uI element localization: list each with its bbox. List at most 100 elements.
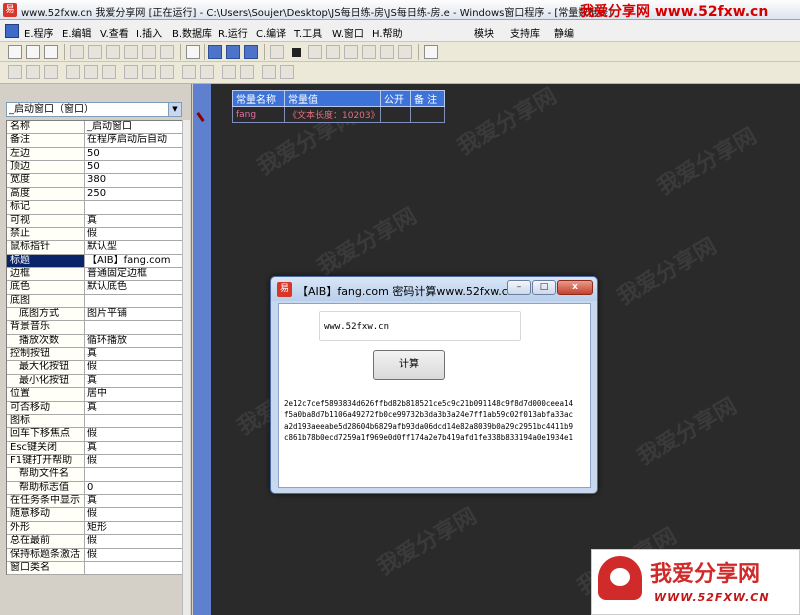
menu-window[interactable]: W.窗口	[332, 25, 364, 40]
property-row[interactable]: 最小化按钮真	[7, 374, 182, 389]
property-row[interactable]: 底图方式 图片平铺	[7, 308, 182, 322]
property-row[interactable]: 播放次数 循环播放	[7, 334, 182, 349]
redo-icon[interactable]	[160, 45, 174, 59]
step-out-icon[interactable]	[344, 45, 358, 59]
property-row[interactable]: 鼠标指针 默认型	[7, 241, 182, 255]
menu-module[interactable]: 模块	[474, 25, 494, 40]
copy-icon[interactable]	[88, 45, 102, 59]
layout-1-icon[interactable]	[208, 45, 222, 59]
same-width-icon[interactable]	[124, 65, 138, 79]
property-value[interactable]: 0	[85, 481, 182, 495]
undo-icon[interactable]	[142, 45, 156, 59]
property-row[interactable]: 边框 普通固定边框	[7, 267, 182, 282]
property-row[interactable]: 随意移动假	[7, 508, 182, 522]
close-button[interactable]: x	[557, 280, 593, 295]
hand-icon[interactable]	[398, 45, 412, 59]
property-value[interactable]: 居中	[85, 388, 182, 401]
save-icon[interactable]	[44, 45, 58, 59]
delete-icon[interactable]	[124, 45, 138, 59]
property-value[interactable]: 假	[85, 548, 182, 561]
menu-edit[interactable]: E.编辑	[62, 25, 92, 40]
property-row[interactable]: 禁止假	[7, 227, 182, 242]
property-row[interactable]: 宽度 380	[7, 174, 182, 188]
space-horizontal-icon[interactable]	[182, 65, 196, 79]
property-value[interactable]: 默认型	[85, 241, 182, 254]
minimize-button[interactable]: –	[507, 280, 531, 295]
property-row[interactable]: 可视真	[7, 214, 182, 228]
property-row[interactable]: 标记	[7, 201, 182, 215]
property-value[interactable]: 矩形	[85, 521, 182, 535]
property-row[interactable]: 总在最前假	[7, 535, 182, 549]
table-row[interactable]: fang 《文本长度：10203》	[232, 106, 445, 123]
property-row[interactable]: 保持标题条激活假	[7, 548, 182, 562]
layout-3-icon[interactable]	[244, 45, 258, 59]
stop-icon[interactable]	[292, 48, 301, 57]
constant-value-cell[interactable]: 《文本长度：10203》	[284, 106, 381, 123]
layout-2-icon[interactable]	[226, 45, 240, 59]
property-row[interactable]: 可否移动真	[7, 401, 182, 415]
property-value[interactable]: 假	[85, 454, 182, 468]
property-row-selected[interactable]: 标题 【AIB】fang.com	[7, 254, 182, 268]
property-row[interactable]: 窗口类名	[7, 561, 182, 576]
property-value[interactable]: 假	[85, 361, 182, 374]
property-row[interactable]: 帮助标志值 0	[7, 481, 182, 496]
property-value[interactable]: 图片平铺	[85, 308, 182, 321]
same-height-icon[interactable]	[142, 65, 156, 79]
property-value[interactable]: 真	[85, 348, 182, 361]
open-folder-icon[interactable]	[26, 45, 40, 59]
property-row[interactable]: 底色 默认底色	[7, 281, 182, 295]
find-icon[interactable]	[186, 45, 200, 59]
property-row[interactable]: 回车下移焦点假	[7, 428, 182, 442]
property-value[interactable]: 普通固定边框	[85, 267, 182, 281]
property-row[interactable]: 图标	[7, 414, 182, 429]
property-scrollbar[interactable]	[182, 120, 190, 615]
component-selector[interactable]: _启动窗口（窗口） ▼	[6, 102, 182, 117]
property-value[interactable]	[85, 321, 182, 334]
property-value[interactable]: 默认底色	[85, 281, 182, 294]
property-value[interactable]: 真	[85, 374, 182, 388]
property-row[interactable]: 在任务条中显示真	[7, 495, 182, 509]
constant-name-cell[interactable]: fang	[232, 106, 285, 123]
align-middle-icon[interactable]	[84, 65, 98, 79]
property-row[interactable]: 备注 在程序启动后自动	[7, 134, 182, 148]
property-row[interactable]: 高度 250	[7, 187, 182, 202]
wizard-icon[interactable]	[424, 45, 438, 59]
property-value[interactable]	[85, 414, 182, 428]
menu-support-lib[interactable]: 支持库	[510, 25, 540, 40]
menu-database[interactable]: B.数据库	[172, 25, 212, 40]
same-size-icon[interactable]	[160, 65, 174, 79]
breakpoint-icon[interactable]	[380, 45, 394, 59]
property-value[interactable]	[85, 561, 182, 575]
dialog-title-bar[interactable]: 易 【AIB】fang.com 密码计算www.52fxw.cn ... – □…	[271, 277, 597, 301]
cut-icon[interactable]	[70, 45, 84, 59]
center-vertical-icon[interactable]	[240, 65, 254, 79]
menu-program[interactable]: E.程序	[24, 25, 54, 40]
property-row[interactable]: 控制按钮真	[7, 348, 182, 362]
step-over-icon[interactable]	[326, 45, 340, 59]
property-row[interactable]: 底图	[7, 294, 182, 309]
property-value[interactable]: 真	[85, 495, 182, 508]
menu-view[interactable]: V.查看	[100, 25, 129, 40]
align-top-icon[interactable]	[66, 65, 80, 79]
property-value[interactable]: 假	[85, 535, 182, 548]
menu-help[interactable]: H.帮助	[372, 25, 403, 40]
property-value[interactable]: 循环播放	[85, 334, 182, 348]
constant-note-cell[interactable]	[410, 106, 445, 123]
property-row[interactable]: 位置 居中	[7, 388, 182, 402]
menu-app-icon[interactable]	[5, 24, 19, 38]
align-right-icon[interactable]	[44, 65, 58, 79]
property-row[interactable]: 帮助文件名	[7, 468, 182, 482]
property-row[interactable]: 顶边 50	[7, 161, 182, 175]
output-textbox[interactable]: 2e12c7cef5893834d626ffbd82b818521ce5c9c2…	[284, 398, 574, 488]
space-vertical-icon[interactable]	[200, 65, 214, 79]
property-value[interactable]: 在程序启动后自动	[85, 134, 182, 147]
property-row[interactable]: 名称 _启动窗口	[7, 121, 182, 135]
property-value[interactable]: 50	[85, 147, 182, 161]
property-value[interactable]: 真	[85, 401, 182, 414]
property-row[interactable]: F1键打开帮助假	[7, 454, 182, 469]
property-value[interactable]: 【AIB】fang.com	[85, 254, 182, 267]
center-horizontal-icon[interactable]	[222, 65, 236, 79]
property-row[interactable]: 最大化按钮假	[7, 361, 182, 375]
property-value[interactable]: 假	[85, 428, 182, 441]
property-value[interactable]	[85, 201, 182, 214]
